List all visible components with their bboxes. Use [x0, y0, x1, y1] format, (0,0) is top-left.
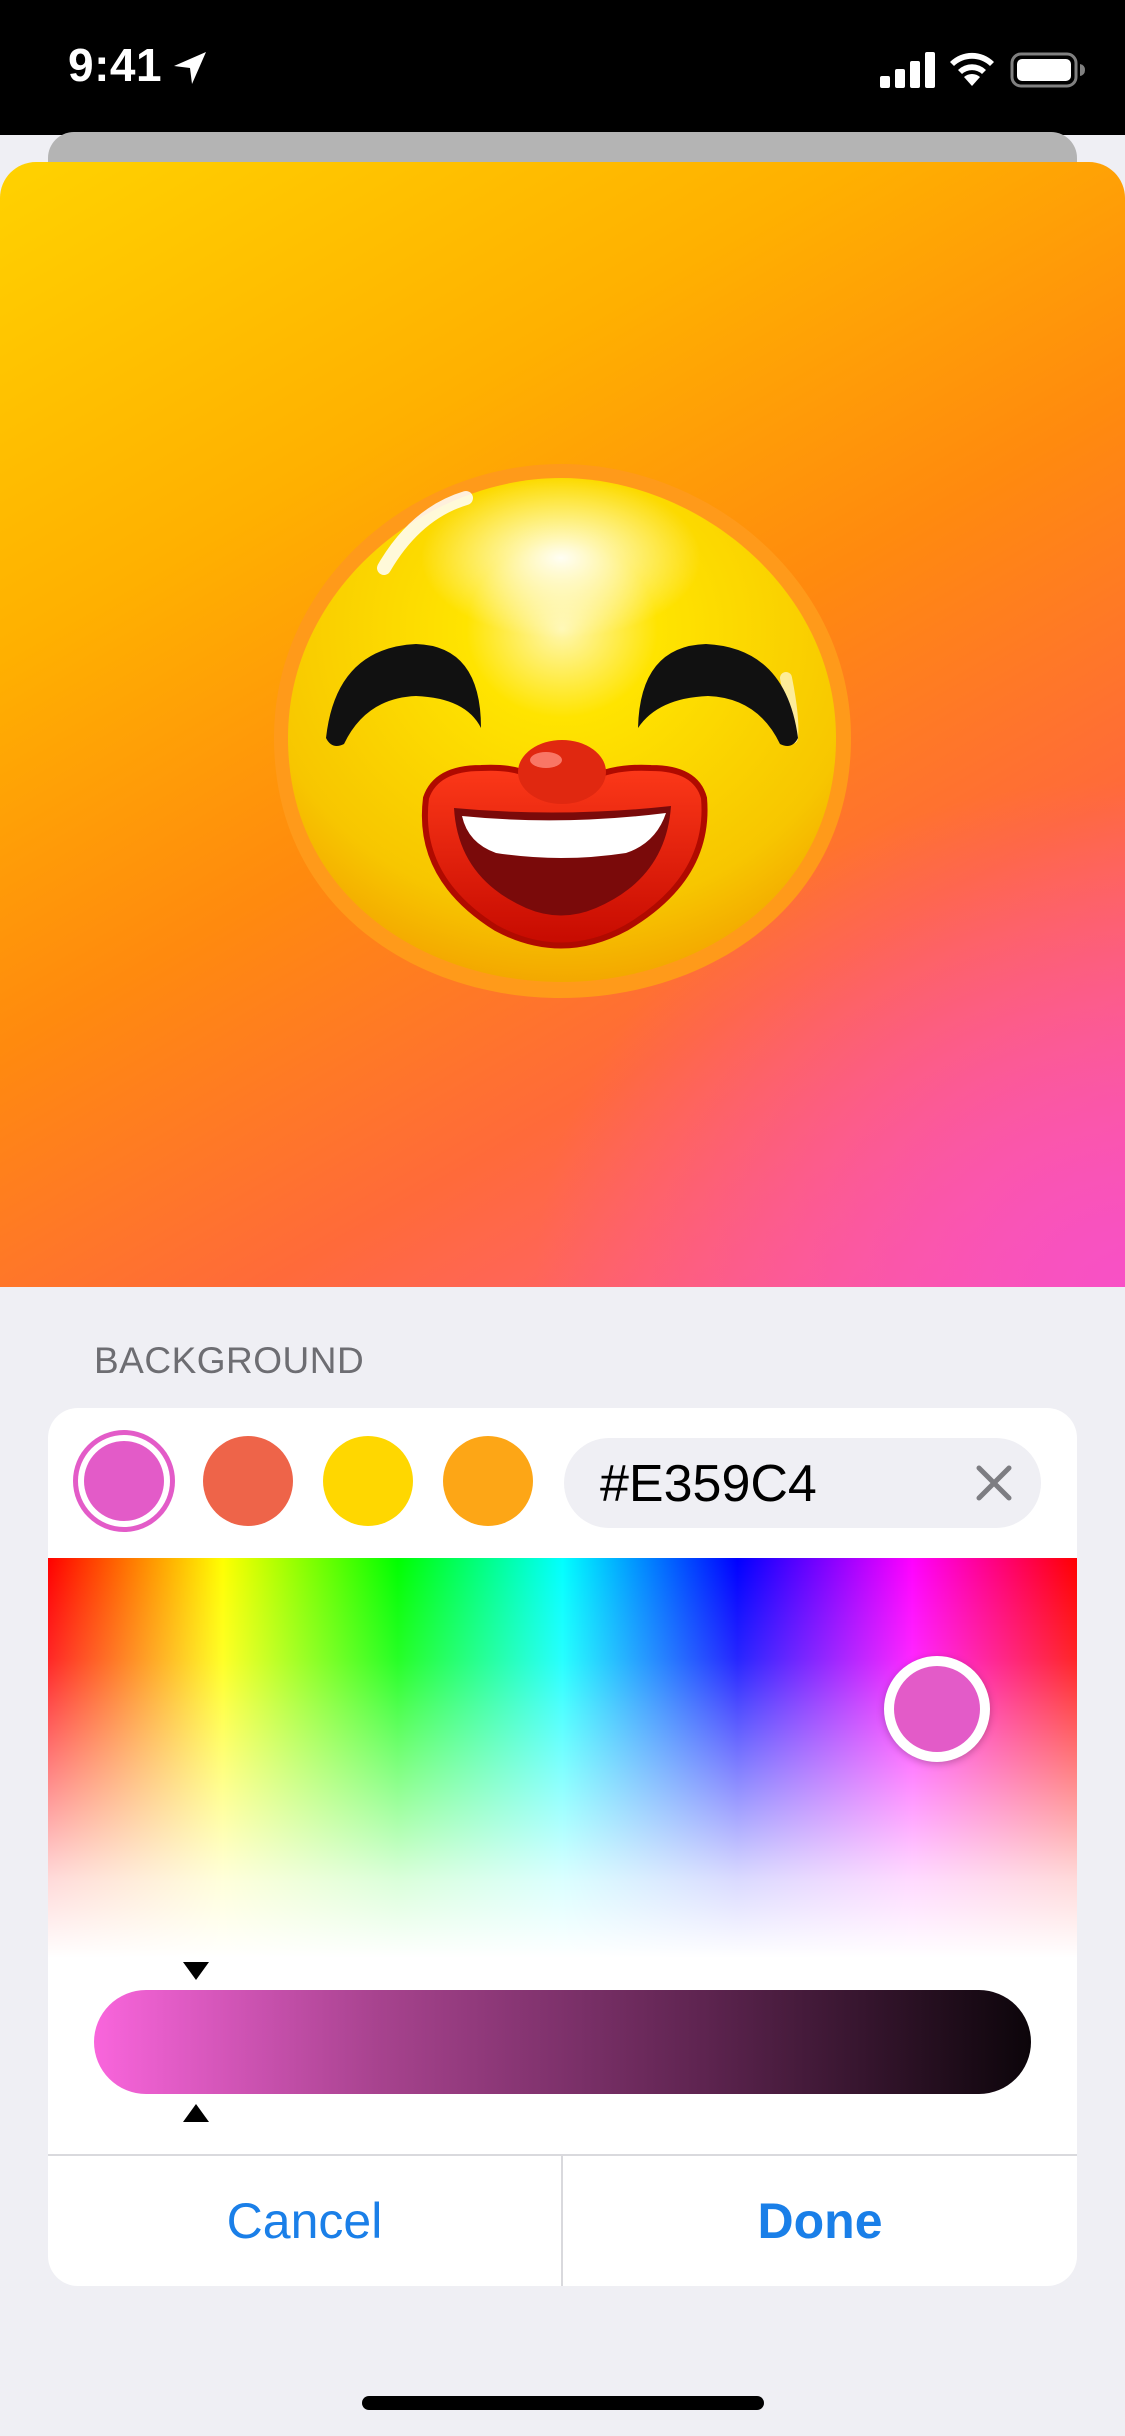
color-swatch[interactable]	[443, 1436, 533, 1526]
brightness-marker-bottom-icon	[183, 2104, 209, 2122]
cellular-signal-icon	[880, 52, 935, 88]
wifi-icon	[950, 52, 994, 86]
spectrum-selector-knob[interactable]	[884, 1656, 990, 1762]
grinning-clown-face-emoji	[274, 464, 851, 998]
home-indicator	[362, 2396, 764, 2410]
close-x-icon[interactable]	[973, 1462, 1015, 1504]
done-button[interactable]: Done	[563, 2156, 1077, 2286]
hex-color-input[interactable]	[600, 1454, 960, 1514]
color-swatch[interactable]	[203, 1436, 293, 1526]
cancel-button[interactable]: Cancel	[48, 2156, 561, 2286]
brightness-slider[interactable]	[94, 1990, 1031, 2094]
brightness-marker-top-icon	[183, 1962, 209, 1980]
status-time: 9:41	[68, 39, 163, 91]
section-title: BACKGROUND	[94, 1340, 365, 1381]
color-swatch-selected[interactable]	[84, 1441, 164, 1521]
hex-color-field[interactable]	[564, 1438, 1041, 1528]
location-arrow-icon	[174, 52, 206, 84]
battery-icon	[1010, 52, 1085, 88]
color-swatch[interactable]	[323, 1436, 413, 1526]
